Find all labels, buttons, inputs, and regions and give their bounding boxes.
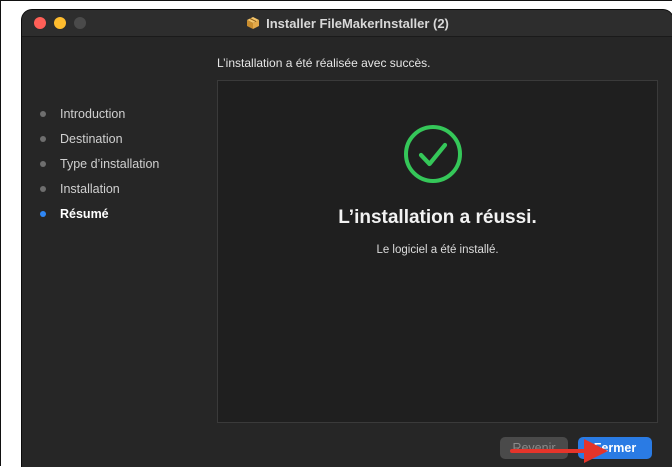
sidebar-item-destination: Destination — [40, 126, 220, 151]
back-button[interactable]: Revenir — [500, 437, 568, 459]
step-bullet — [40, 110, 46, 117]
step-bullet — [40, 160, 46, 167]
sidebar-item-label: Introduction — [60, 106, 126, 121]
success-title: L’installation a réussi. — [338, 207, 537, 228]
sidebar-item-install-type: Type d’installation — [40, 151, 220, 176]
sidebar-item-label: Résumé — [60, 206, 109, 221]
sidebar-item-installation: Installation — [40, 176, 220, 201]
sidebar-item-label: Destination — [60, 131, 123, 146]
sidebar-item-introduction: Introduction — [40, 101, 220, 126]
installer-window: Installer FileMakerInstaller (2) L’insta… — [22, 10, 672, 467]
checkmark-circle-icon — [404, 125, 462, 183]
title-bar: Installer FileMakerInstaller (2) — [22, 10, 672, 37]
sidebar-item-label: Installation — [60, 181, 120, 196]
content-panel: L’installation a réussi. Le logiciel a é… — [217, 80, 658, 423]
success-subtitle: Le logiciel a été installé. — [376, 244, 499, 256]
status-headline: L’installation a été réalisée avec succè… — [217, 56, 431, 70]
window-title: Installer FileMakerInstaller (2) — [266, 15, 449, 31]
step-bullet-active — [40, 210, 46, 217]
steps-sidebar: Introduction Destination Type d’installa… — [40, 101, 220, 226]
package-icon — [247, 17, 260, 29]
close-button[interactable]: Fermer — [578, 437, 652, 459]
step-bullet — [40, 135, 46, 142]
sidebar-item-summary: Résumé — [40, 201, 220, 226]
screenshot-frame: Installer FileMakerInstaller (2) L’insta… — [0, 0, 672, 467]
sidebar-item-label: Type d’installation — [60, 156, 160, 171]
step-bullet — [40, 185, 46, 192]
window-title-group: Installer FileMakerInstaller (2) — [22, 10, 672, 36]
